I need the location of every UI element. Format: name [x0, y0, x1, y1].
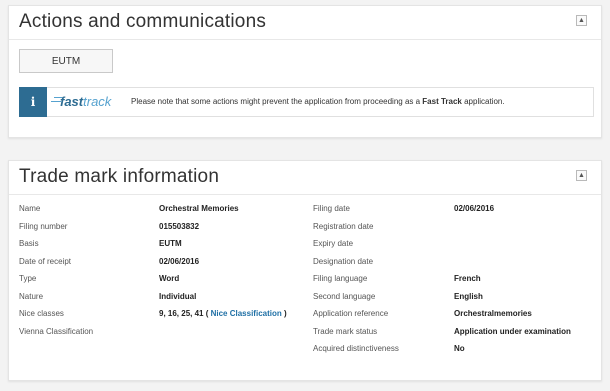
trademark-panel-header: Trade mark information ▲	[9, 161, 601, 195]
actions-communications-panel: Actions and communications ▲ EUTM i fast…	[8, 5, 602, 138]
actions-panel-title: Actions and communications	[19, 11, 267, 32]
acquired-distinctiveness-label: Acquired distinctiveness	[313, 344, 399, 353]
eutm-button[interactable]: EUTM	[19, 49, 113, 73]
filing-number-value: 015503832	[159, 222, 200, 231]
fast-track-message-prefix: Please note that some actions might prev…	[131, 97, 421, 106]
filing-number-label: Filing number	[19, 222, 68, 231]
expiry-date-label: Expiry date	[313, 239, 354, 248]
application-reference-label: Application reference	[313, 309, 389, 318]
basis-label: Basis	[19, 239, 39, 248]
trade-mark-status-label: Trade mark status	[313, 327, 378, 336]
fast-track-message-suffix: application.	[464, 97, 505, 106]
fast-track-logo: fasttrack	[60, 94, 111, 109]
nature-value: Individual	[159, 292, 197, 301]
filing-language-value: French	[454, 274, 481, 283]
date-of-receipt-label: Date of receipt	[19, 257, 72, 266]
fast-track-message: Please note that some actions might prev…	[131, 97, 505, 106]
application-reference-value: Orchestralmemories	[454, 309, 532, 318]
fast-track-message-bold: Fast Track	[422, 97, 462, 106]
trade-mark-status-value: Application under examination	[454, 327, 571, 336]
vienna-classification-label: Vienna Classification	[19, 327, 94, 336]
nature-label: Nature	[19, 292, 44, 301]
nice-classes-close: )	[283, 309, 287, 318]
nice-classes-numbers: 9, 16, 25, 41 (	[159, 309, 209, 318]
name-value: Orchestral Memories	[159, 204, 239, 213]
actions-collapse-icon[interactable]: ▲	[576, 15, 587, 26]
nice-classification-link[interactable]: Nice Classification	[211, 309, 282, 318]
fast-track-notice: i fasttrack Please note that some action…	[19, 87, 594, 117]
type-label: Type	[19, 274, 37, 283]
fast-track-logo-track: track	[83, 94, 112, 109]
date-of-receipt-value: 02/06/2016	[159, 257, 200, 266]
filing-date-value: 02/06/2016	[454, 204, 495, 213]
actions-panel-header: Actions and communications ▲	[9, 6, 601, 40]
trademark-panel-title: Trade mark information	[19, 166, 220, 187]
designation-date-label: Designation date	[313, 257, 374, 266]
trademark-collapse-icon[interactable]: ▲	[576, 170, 587, 181]
nice-classes-label: Nice classes	[19, 309, 64, 318]
nice-classes-value: 9, 16, 25, 41 ( Nice Classification )	[159, 309, 287, 318]
second-language-value: English	[454, 292, 483, 301]
fast-track-logo-fast: fast	[60, 94, 84, 109]
acquired-distinctiveness-value: No	[454, 344, 465, 353]
basis-value: EUTM	[159, 239, 182, 248]
filing-date-label: Filing date	[313, 204, 350, 213]
trade-mark-information-panel: Trade mark information ▲ Name Orchestral…	[8, 160, 602, 381]
name-label: Name	[19, 204, 41, 213]
info-icon: i	[19, 87, 47, 117]
registration-date-label: Registration date	[313, 222, 374, 231]
second-language-label: Second language	[313, 292, 376, 301]
type-value: Word	[159, 274, 180, 283]
filing-language-label: Filing language	[313, 274, 368, 283]
